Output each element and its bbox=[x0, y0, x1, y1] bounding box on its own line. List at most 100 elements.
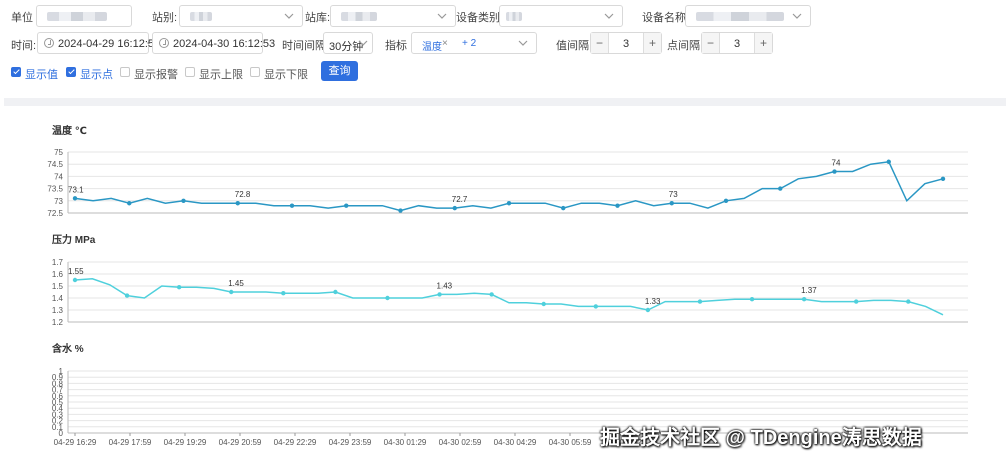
device-name-select[interactable] bbox=[685, 5, 811, 27]
data-label: 1.45 bbox=[228, 279, 244, 288]
data-point bbox=[333, 289, 338, 295]
data-point bbox=[615, 203, 620, 208]
time-end-value: 2024-04-30 16:12:53 bbox=[173, 38, 276, 50]
watermark: 掘金技术社区 @ TDengine涛思数据 bbox=[600, 427, 922, 449]
show-alarm-label: 显示报警 bbox=[134, 69, 178, 81]
y-tick-label: 75 bbox=[54, 148, 63, 157]
data-point bbox=[398, 208, 403, 213]
interval-select[interactable]: 30分钟 bbox=[323, 32, 373, 54]
minus-icon[interactable]: − bbox=[591, 33, 609, 53]
section-divider bbox=[4, 98, 1006, 106]
time-start-input[interactable]: 2024-04-29 16:12:53 bbox=[37, 32, 160, 54]
plus-icon[interactable]: + bbox=[643, 33, 661, 53]
point-gap-value: 3 bbox=[734, 38, 741, 50]
time-end-input[interactable]: 2024-04-30 16:12:53 bbox=[152, 32, 275, 54]
value-gap-value: 3 bbox=[623, 38, 630, 50]
value-gap-label: 值间隔 bbox=[556, 40, 589, 52]
y-tick-label: 74.5 bbox=[47, 160, 63, 169]
data-point bbox=[72, 277, 78, 283]
data-point bbox=[541, 301, 546, 307]
y-tick-label: 1.7 bbox=[52, 258, 64, 267]
chevron-down-icon bbox=[283, 8, 295, 24]
data-point bbox=[489, 292, 494, 297]
query-button[interactable]: 查询 bbox=[321, 61, 358, 81]
data-point bbox=[127, 201, 132, 206]
data-point bbox=[669, 201, 674, 206]
time-start-value: 2024-04-29 16:12:53 bbox=[58, 38, 161, 50]
y-tick-label: 1 bbox=[59, 367, 64, 376]
y-tick-label: 74 bbox=[54, 172, 63, 181]
series-line-1 bbox=[74, 278, 944, 316]
metric-label: 指标 bbox=[385, 40, 407, 52]
show-value-label: 显示值 bbox=[25, 69, 58, 81]
device-type-select[interactable] bbox=[499, 5, 623, 27]
clock-icon bbox=[44, 38, 54, 48]
station-label: 站别: bbox=[152, 12, 178, 24]
data-label: 72.8 bbox=[235, 190, 251, 199]
data-label: 74 bbox=[832, 159, 841, 168]
device-type-value-redacted bbox=[506, 12, 522, 21]
device-name-label: 设备名称 bbox=[642, 12, 686, 24]
x-tick-label: 04-30 02:59 bbox=[439, 438, 482, 447]
point-gap-label: 点间隔 bbox=[667, 40, 700, 52]
data-point bbox=[452, 205, 457, 211]
data-point bbox=[593, 304, 598, 309]
data-point bbox=[778, 186, 783, 191]
checkbox-unchecked-icon bbox=[185, 67, 195, 77]
time-separator: - bbox=[147, 37, 151, 49]
checkbox-unchecked-icon bbox=[120, 67, 130, 77]
chart-title-0: 温度 ℃ bbox=[52, 124, 87, 137]
data-point bbox=[506, 201, 512, 206]
data-point bbox=[697, 299, 703, 304]
chevron-down-icon bbox=[517, 35, 529, 51]
show-lower-limit-label: 显示下限 bbox=[264, 69, 308, 81]
y-tick-label: 1.6 bbox=[52, 270, 64, 279]
checkbox-checked-icon bbox=[11, 67, 21, 77]
clock-icon bbox=[159, 38, 169, 48]
point-gap-stepper[interactable]: − 3 + bbox=[701, 32, 773, 54]
value-gap-stepper[interactable]: − 3 + bbox=[590, 32, 662, 54]
y-tick-label: 1.3 bbox=[52, 306, 64, 315]
filter-panel: 单位 站别: 站库: 设备类别 设备名称 时间: 2024-04-29 16:1… bbox=[0, 0, 1006, 98]
station-select[interactable] bbox=[179, 5, 303, 27]
x-tick-label: 04-29 20:59 bbox=[219, 438, 262, 447]
data-point bbox=[176, 285, 182, 290]
data-point bbox=[906, 299, 911, 304]
chevron-down-icon bbox=[436, 8, 448, 24]
depot-select[interactable] bbox=[330, 5, 456, 27]
y-tick-label: 73.5 bbox=[47, 185, 63, 194]
x-tick-label: 04-29 22:29 bbox=[274, 438, 317, 447]
interval-label: 时间间隔 bbox=[282, 40, 326, 52]
metric-tag: 温度 bbox=[422, 42, 442, 53]
metric-multiselect[interactable]: 温度 × + 2 bbox=[411, 32, 537, 54]
y-tick-label: 73 bbox=[54, 197, 63, 206]
data-point bbox=[344, 203, 349, 208]
data-label: 73.1 bbox=[68, 185, 84, 194]
chart-title-1: 压力 MPa bbox=[52, 233, 96, 246]
depot-label: 站库: bbox=[305, 12, 331, 24]
data-point bbox=[72, 196, 78, 201]
plus-icon[interactable]: + bbox=[754, 33, 772, 53]
data-label: 1.33 bbox=[645, 297, 661, 306]
y-tick-label: 72.5 bbox=[47, 209, 63, 218]
data-point bbox=[385, 295, 390, 301]
device-type-label: 设备类别 bbox=[456, 12, 500, 24]
y-tick-label: 1.2 bbox=[52, 318, 64, 327]
device-name-value-redacted bbox=[696, 12, 784, 21]
data-point bbox=[723, 198, 729, 203]
x-tick-label: 04-29 17:59 bbox=[109, 438, 152, 447]
chevron-down-icon bbox=[791, 8, 803, 24]
y-tick-label: 1.4 bbox=[52, 294, 64, 303]
data-point bbox=[645, 307, 651, 313]
x-tick-label: 04-30 05:59 bbox=[549, 438, 592, 447]
checkbox-unchecked-icon bbox=[250, 67, 260, 77]
data-label: 73 bbox=[669, 190, 678, 199]
data-point bbox=[749, 297, 755, 302]
minus-icon[interactable]: − bbox=[702, 33, 720, 53]
unit-select[interactable] bbox=[36, 5, 132, 27]
data-label: 1.37 bbox=[801, 286, 817, 295]
data-label: 1.43 bbox=[437, 281, 453, 290]
unit-label: 单位 bbox=[11, 12, 33, 24]
tag-close-icon[interactable]: × bbox=[442, 38, 448, 49]
data-point bbox=[854, 299, 859, 304]
